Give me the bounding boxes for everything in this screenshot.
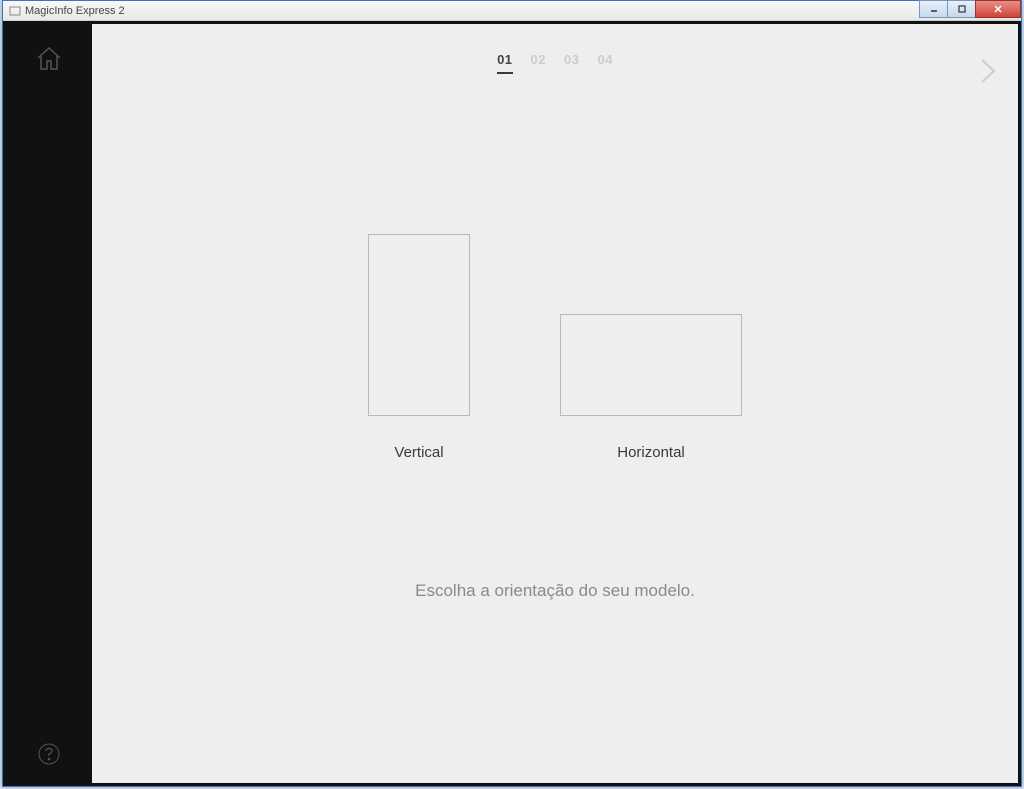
window-controls: [920, 0, 1021, 18]
help-icon[interactable]: [38, 743, 60, 765]
step-02: 02: [531, 52, 546, 74]
main-content: 01 02 03 04 Vertical: [92, 24, 1018, 783]
app-body: 01 02 03 04 Vertical: [3, 21, 1021, 786]
close-button[interactable]: [975, 0, 1021, 18]
sidebar: [6, 24, 92, 783]
vertical-preview-icon: [368, 234, 470, 416]
window-title: MagicInfo Express 2: [25, 5, 125, 17]
titlebar: MagicInfo Express 2: [3, 1, 1021, 21]
app-icon: [9, 5, 21, 17]
step-01[interactable]: 01: [497, 52, 512, 74]
app-window: MagicInfo Express 2: [2, 0, 1022, 787]
step-03: 03: [564, 52, 579, 74]
step-04: 04: [597, 52, 612, 74]
home-icon[interactable]: [33, 42, 65, 74]
next-arrow-icon[interactable]: [976, 56, 1000, 86]
horizontal-label: Horizontal: [617, 444, 685, 461]
minimize-button[interactable]: [919, 0, 948, 18]
vertical-label: Vertical: [394, 444, 443, 461]
vertical-option[interactable]: Vertical: [368, 234, 470, 461]
horizontal-preview-icon: [560, 314, 742, 416]
instruction-text: Escolha a orientação do seu modelo.: [92, 581, 1018, 601]
step-indicator: 01 02 03 04: [92, 24, 1018, 74]
orientation-options: Vertical Horizontal: [92, 234, 1018, 461]
horizontal-option[interactable]: Horizontal: [560, 314, 742, 461]
maximize-button[interactable]: [947, 0, 976, 18]
